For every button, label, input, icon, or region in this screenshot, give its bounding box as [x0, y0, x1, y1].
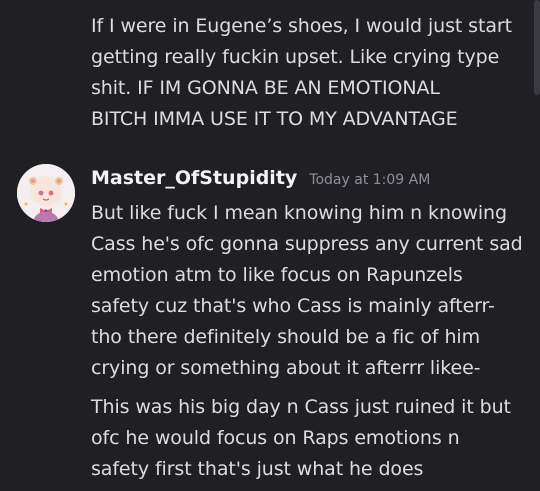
- timestamp[interactable]: Today at 1:09 AM: [309, 172, 430, 188]
- message-header: Master_OfStupidity Today at 1:09 AM: [91, 167, 430, 195]
- avatar[interactable]: [17, 164, 75, 222]
- username[interactable]: Master_OfStupidity: [91, 167, 297, 189]
- avatar-image: [17, 164, 75, 222]
- scrollbar-thumb[interactable]: [534, 0, 540, 95]
- message-text: If I were in Eugene’s shoes, I would jus…: [91, 15, 512, 130]
- message-text: But like fuck I mean knowing him n knowi…: [91, 202, 523, 379]
- chat-messages: If I were in Eugene’s shoes, I would jus…: [0, 0, 540, 491]
- message-text: This was his big day n Cass just ruined …: [91, 396, 511, 480]
